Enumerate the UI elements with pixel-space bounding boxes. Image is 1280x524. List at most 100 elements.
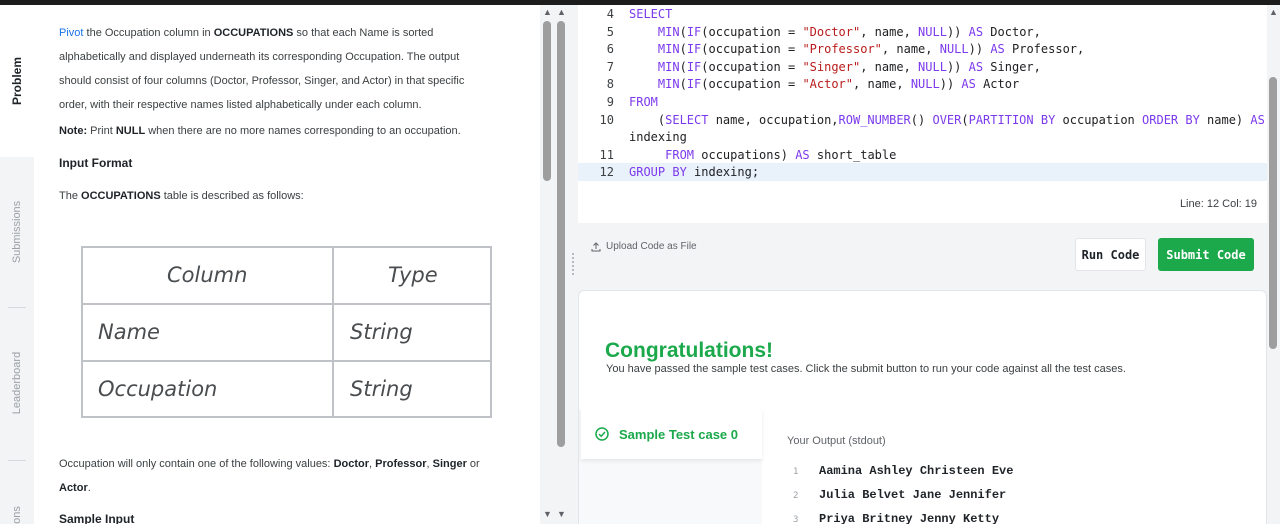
- pivot-link[interactable]: Pivot: [59, 27, 83, 39]
- note-text: Note: Print NULL when there are no more …: [59, 119, 514, 143]
- code-text: MIN(IF(occupation = "Actor", name, NULL)…: [657, 77, 1020, 92]
- tab-submissions[interactable]: Submissions: [0, 157, 34, 307]
- text: or: [466, 458, 480, 470]
- line-number: 4: [606, 7, 614, 21]
- upload-icon: [591, 241, 601, 251]
- scroll-up-icon[interactable]: ▲: [543, 8, 552, 17]
- code-text: MIN(IF(occupation = "Professor", name, N…: [657, 42, 1085, 57]
- output-line-number: 1: [793, 467, 799, 477]
- resize-handle[interactable]: [571, 252, 575, 276]
- note-label: Note:: [59, 125, 88, 137]
- output-line: 1 Aamina Ashley Christeen Eve: [793, 458, 1013, 482]
- output-line-number: 2: [793, 491, 799, 501]
- value-professor: Professor: [375, 458, 427, 470]
- tab-divider: [8, 460, 26, 461]
- scroll-down-icon[interactable]: ▼: [557, 510, 566, 519]
- table-divider: [332, 248, 334, 416]
- line-number: 10: [599, 112, 614, 127]
- output-label: Your Output (stdout): [787, 435, 886, 447]
- tab-problem[interactable]: Problem: [0, 5, 34, 157]
- code-line[interactable]: 5 MIN(IF(occupation = "Doctor", name, NU…: [578, 23, 1267, 41]
- scroll-up-icon[interactable]: ▲: [557, 8, 566, 17]
- code-text: FROM: [629, 95, 658, 109]
- output-line-text: Aamina Ashley Christeen Eve: [819, 464, 1014, 478]
- run-code-button[interactable]: Run Code: [1075, 238, 1146, 271]
- null-keyword: NULL: [115, 125, 146, 137]
- output-line: 2 Julia Belvet Jane Jennifer: [793, 482, 1006, 506]
- table-cell: String: [350, 377, 413, 401]
- table-divider: [83, 360, 490, 362]
- table-divider: [83, 303, 490, 305]
- tab-problem-label: Problem: [10, 56, 25, 106]
- page-scrollbar-track: ▲: [1267, 5, 1280, 524]
- value-doctor: Doctor: [333, 458, 370, 470]
- table-description: The OCCUPATIONS table is described as fo…: [59, 184, 514, 208]
- line-number: 5: [606, 24, 614, 39]
- result-panel: Congratulations! You have passed the sam…: [578, 290, 1267, 524]
- sample-testcase-tab[interactable]: Sample Test case 0: [581, 409, 762, 459]
- code-line[interactable]: indexing: [578, 128, 1267, 146]
- problem-panel: Pivot the Occupation column in OCCUPATIO…: [34, 5, 540, 524]
- tab-discussions[interactable]: ons: [0, 485, 34, 524]
- line-number: 12: [599, 165, 614, 180]
- result-message: You have passed the sample test cases. C…: [606, 363, 1126, 375]
- text: table is described as follows:: [160, 190, 304, 202]
- input-format-heading: Input Format: [59, 156, 133, 170]
- upload-code-button[interactable]: Upload Code as File: [591, 241, 697, 252]
- text: order, with their respective names liste…: [59, 99, 422, 111]
- text: Occupation will only contain one of the …: [59, 458, 334, 470]
- code-line[interactable]: 7 MIN(IF(occupation = "Singer", name, NU…: [578, 58, 1267, 76]
- value-singer: Singer: [432, 458, 467, 470]
- tab-leaderboard-label: Leaderboard: [11, 351, 24, 415]
- code-line[interactable]: 10 (SELECT name, occupation,ROW_NUMBER()…: [578, 111, 1267, 129]
- line-number: 8: [606, 77, 614, 92]
- text: should consist of four columns (Doctor, …: [59, 75, 465, 87]
- text: alphabetically and displayed underneath …: [59, 51, 460, 63]
- code-line[interactable]: 11 FROM occupations) AS short_table: [578, 146, 1267, 164]
- problem-scrollbar[interactable]: [543, 21, 551, 181]
- tab-leaderboard[interactable]: Leaderboard: [0, 308, 34, 458]
- code-editor[interactable]: Line: 12 Col: 19 4 SELECT 5 MIN(IF(occupat…: [578, 5, 1267, 223]
- line-number: 11: [599, 147, 614, 162]
- congratulations-title: Congratulations!: [605, 339, 773, 362]
- output-line: 3 Priya Britney Jenny Ketty: [793, 506, 999, 524]
- submit-code-button[interactable]: Submit Code: [1158, 238, 1254, 271]
- vertical-tab-bar: Problem Submissions Leaderboard ons: [0, 5, 34, 524]
- code-text: (SELECT name, occupation,ROW_NUMBER() OV…: [629, 112, 1265, 127]
- text: Print: [87, 125, 116, 137]
- sample-input-heading: Sample Input: [59, 512, 135, 524]
- code-line[interactable]: 4 SELECT: [578, 5, 1267, 23]
- code-text: SELECT: [629, 7, 673, 21]
- tab-discussions-label: ons: [11, 506, 23, 524]
- code-text: MIN(IF(occupation = "Doctor", name, NULL…: [657, 24, 1041, 39]
- values-text: Occupation will only contain one of the …: [59, 458, 480, 494]
- code-text: MIN(IF(occupation = "Singer", name, NULL…: [657, 59, 1041, 74]
- problem-description: Pivot the Occupation column in OCCUPATIO…: [59, 21, 514, 117]
- code-line[interactable]: 6 MIN(IF(occupation = "Professor", name,…: [578, 40, 1267, 58]
- text: The: [59, 190, 82, 202]
- code-text: FROM occupations) AS short_table: [665, 147, 897, 162]
- output-line-number: 3: [793, 515, 799, 524]
- page-scrollbar[interactable]: [1269, 77, 1277, 349]
- cursor-position: Line: 12 Col: 19: [1179, 198, 1257, 210]
- text: when there are no more names correspondi…: [145, 125, 461, 137]
- check-circle-icon: [595, 427, 609, 441]
- line-number: 9: [606, 95, 614, 109]
- table-header-column: Column: [167, 263, 248, 287]
- scroll-down-icon[interactable]: ▼: [543, 510, 552, 519]
- testcase-label: Sample Test case 0: [619, 426, 738, 442]
- table-header-type: Type: [388, 263, 438, 287]
- table-name: OCCUPATIONS: [213, 27, 294, 39]
- text: the Occupation column in: [83, 27, 214, 39]
- code-line[interactable]: 9 FROM: [578, 93, 1267, 111]
- editor-scrollbar[interactable]: [557, 21, 565, 447]
- table-cell: Occupation: [98, 377, 218, 401]
- scroll-up-icon[interactable]: ▲: [1269, 8, 1278, 17]
- code-line[interactable]: 8 MIN(IF(occupation = "Actor", name, NUL…: [578, 75, 1267, 93]
- table-cell: Name: [98, 320, 160, 344]
- code-line[interactable]: 12 GROUP BY indexing;: [578, 163, 1267, 182]
- line-number: 6: [606, 42, 614, 57]
- table-name: OCCUPATIONS: [81, 190, 161, 202]
- upload-label: Upload Code as File: [606, 241, 697, 252]
- text: so that each Name is sorted: [293, 27, 434, 39]
